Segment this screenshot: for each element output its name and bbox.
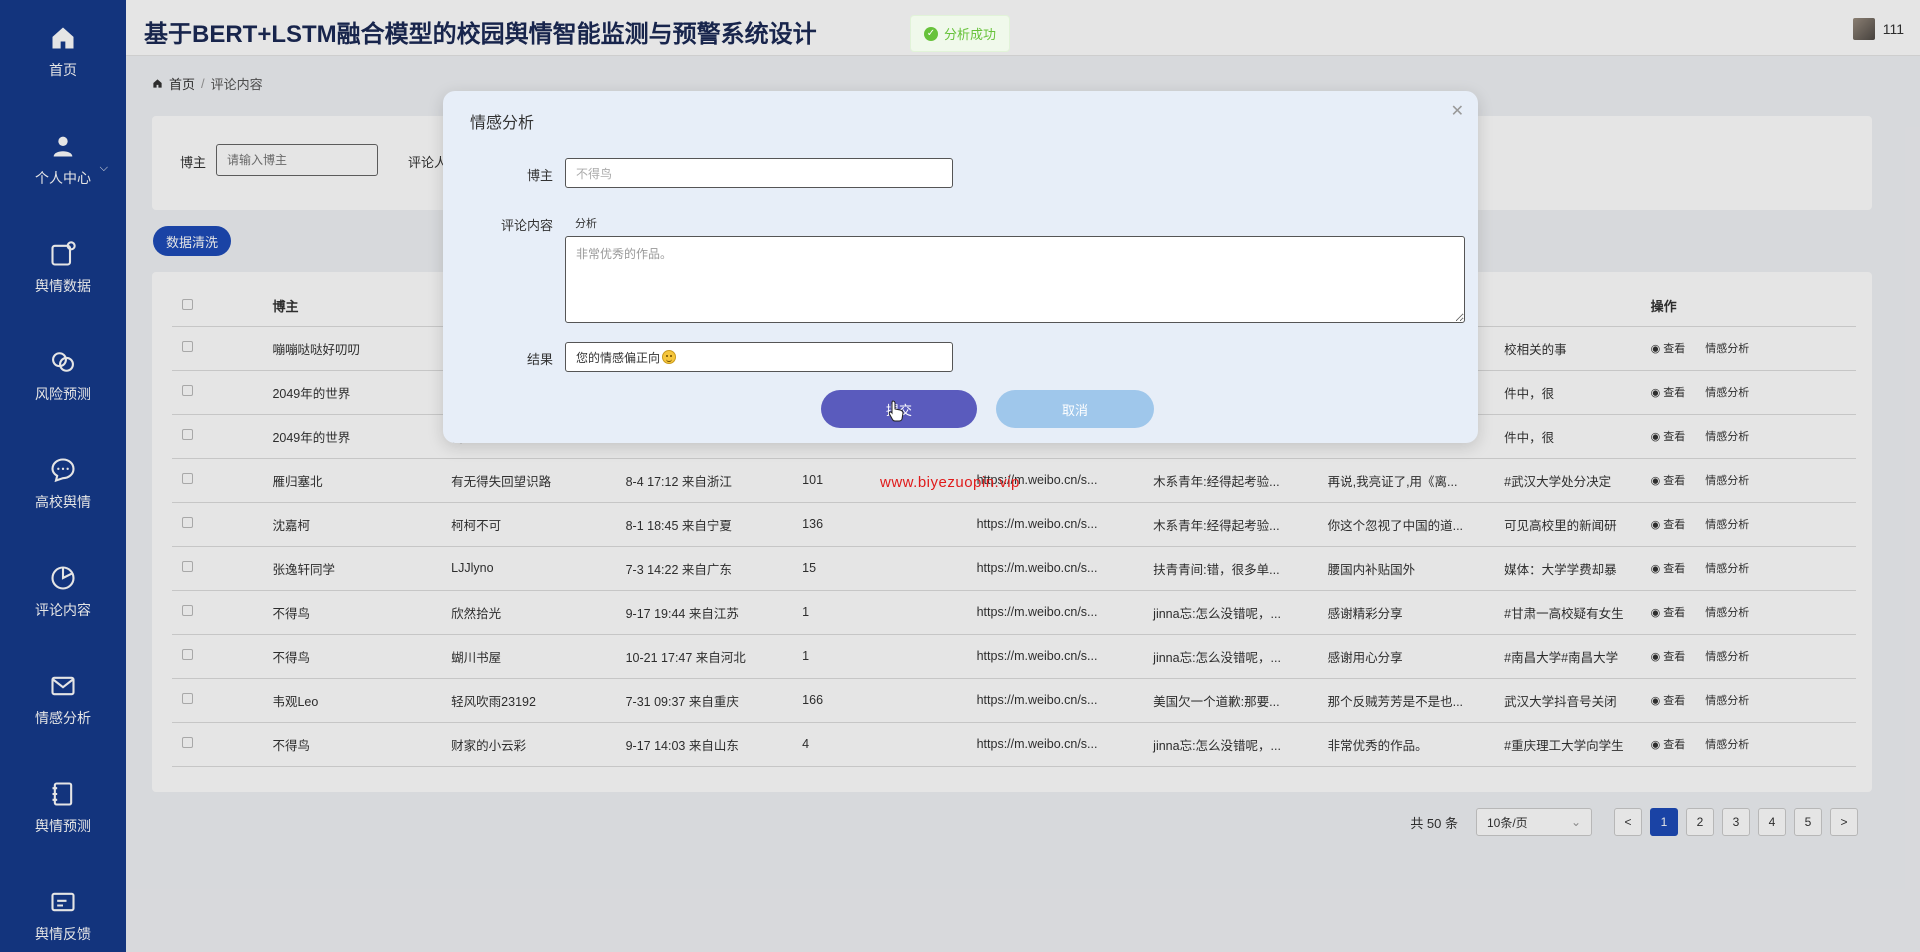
result-text: 您的情感偏正向 — [576, 350, 661, 365]
dialog-content-label: 评论内容 — [500, 218, 553, 233]
success-toast: ✓ 分析成功 — [910, 15, 1010, 52]
cancel-button[interactable]: 取消 — [996, 390, 1154, 428]
dialog-blogger-field[interactable]: 不得鸟 — [565, 158, 953, 188]
watermark-text: www.biyezuopin.vip — [880, 474, 1020, 491]
pointer-cursor-icon — [888, 400, 904, 422]
dialog-result-label: 结果 — [526, 352, 553, 367]
toast-message: 分析成功 — [943, 27, 996, 42]
close-icon[interactable]: ✕ — [1451, 101, 1464, 121]
check-circle-icon: ✓ — [923, 26, 938, 41]
dialog-result-field[interactable]: 您的情感偏正向 — [565, 342, 953, 372]
dialog-content-textarea[interactable]: 非常优秀的作品。 — [565, 236, 1465, 323]
dialog-analyze-tag: 分析 — [575, 218, 597, 230]
sentiment-dialog: 情感分析 ✕ 博主 不得鸟 评论内容 分析 非常优秀的作品。 结果 您的情感偏正… — [443, 91, 1478, 443]
smile-emoji-icon — [662, 350, 677, 364]
dialog-blogger-label: 博主 — [526, 168, 553, 183]
dialog-title: 情感分析 — [470, 115, 535, 132]
